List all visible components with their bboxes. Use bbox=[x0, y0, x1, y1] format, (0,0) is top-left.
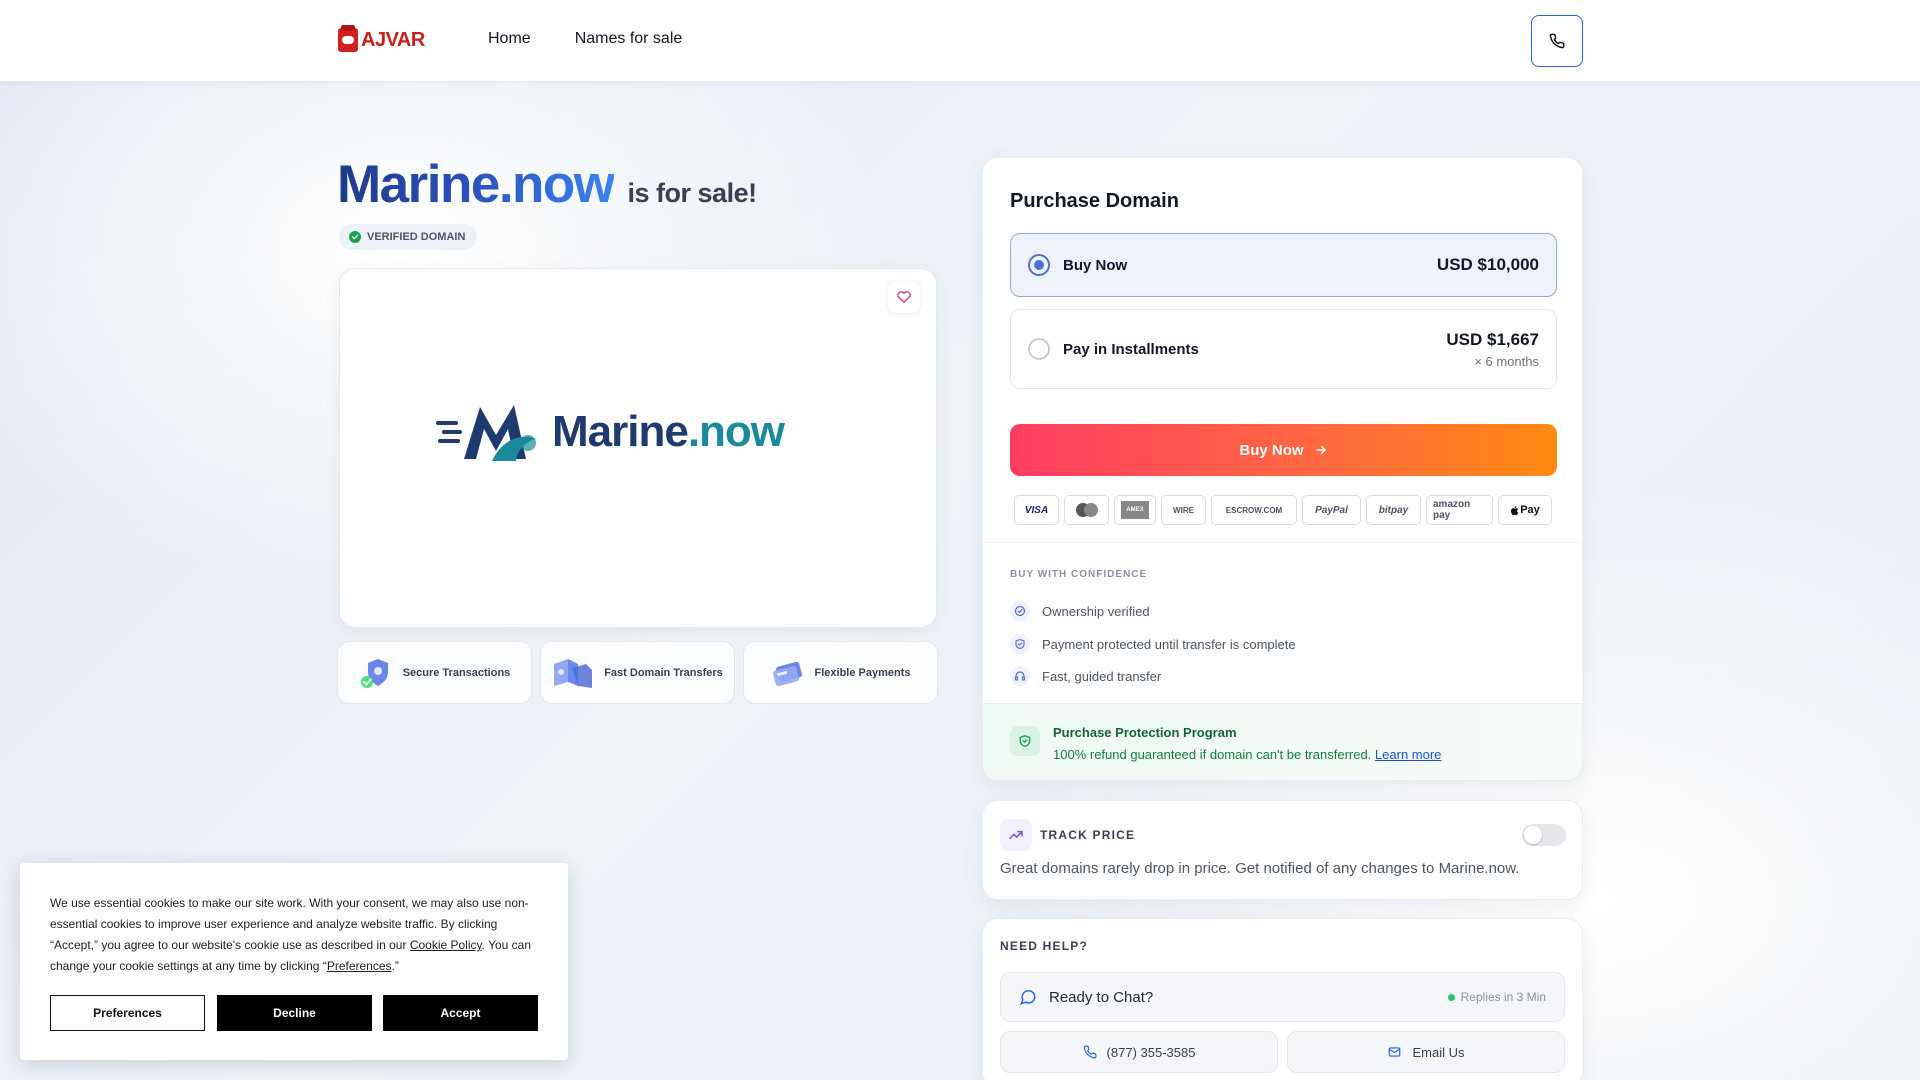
chat-label: Ready to Chat? bbox=[1049, 988, 1154, 1006]
confidence-item-guided-transfer: Fast, guided transfer bbox=[1010, 666, 1161, 686]
shield-check-icon bbox=[1010, 726, 1040, 756]
protection-text: 100% refund guaranteed if domain can't b… bbox=[1053, 747, 1442, 762]
phone-number: (877) 355-3585 bbox=[1106, 1044, 1196, 1060]
feature-flexible-payments: Flexible Payments bbox=[743, 641, 938, 704]
call-button[interactable]: (877) 355-3585 bbox=[1000, 1031, 1278, 1073]
cookie-text: We use essential cookies to make our sit… bbox=[50, 896, 532, 973]
transfer-cubes-icon bbox=[554, 658, 593, 688]
paypal-logo: PayPal bbox=[1302, 495, 1361, 525]
mastercard-icon bbox=[1075, 503, 1098, 517]
shield-icon bbox=[1010, 634, 1030, 654]
nav-names-for-sale[interactable]: Names for sale bbox=[575, 30, 683, 48]
feature-fast-transfers: Fast Domain Transfers bbox=[540, 641, 735, 704]
installment-term: × 6 months bbox=[1474, 353, 1539, 369]
marine-brand-logo: Marine.now bbox=[436, 399, 785, 465]
feature-secure-transactions: Secure Transactions bbox=[337, 641, 532, 704]
logo-text: AJVAR bbox=[361, 28, 425, 51]
section-divider bbox=[983, 542, 1582, 543]
phone-icon bbox=[1083, 1045, 1096, 1059]
radio-unselected[interactable] bbox=[1028, 338, 1050, 360]
option-label: Buy Now bbox=[1063, 256, 1128, 274]
feature-label: Flexible Payments bbox=[814, 666, 911, 679]
phone-icon bbox=[1549, 33, 1565, 49]
purchase-domain-card: Purchase Domain Buy Now USD $10,000 Pay … bbox=[982, 157, 1583, 781]
purchase-protection-banner: Purchase Protection Program 100% refund … bbox=[983, 703, 1582, 780]
cookie-banner: We use essential cookies to make our sit… bbox=[20, 863, 568, 1060]
trending-up-icon bbox=[1000, 819, 1032, 851]
option-label: Pay in Installments bbox=[1063, 340, 1199, 358]
domain-logo-card: Marine.now bbox=[339, 268, 937, 628]
preferences-link[interactable]: Preferences bbox=[327, 959, 392, 973]
email-button[interactable]: Email Us bbox=[1287, 1031, 1565, 1073]
visa-logo: VISA bbox=[1014, 495, 1059, 525]
radio-selected[interactable] bbox=[1028, 254, 1050, 276]
favorite-button[interactable] bbox=[888, 281, 920, 313]
mastercard-logo bbox=[1064, 495, 1109, 525]
payment-methods: VISA AMEX WIRE ESCROW.COM PayPal bitpay … bbox=[1014, 495, 1552, 525]
confidence-title: BUY WITH CONFIDENCE bbox=[1010, 569, 1148, 580]
domain-name: Marine.now bbox=[337, 155, 614, 214]
option-installments[interactable]: Pay in Installments USD $1,667 × 6 month… bbox=[1010, 309, 1557, 389]
amex-logo: AMEX bbox=[1114, 495, 1156, 525]
brand-wordmark: Marine.now bbox=[552, 407, 785, 456]
reply-time: Replies in 3 Min bbox=[1447, 990, 1546, 1004]
chat-button[interactable]: Ready to Chat? Replies in 3 Min bbox=[1000, 972, 1565, 1022]
confidence-item-ownership: Ownership verified bbox=[1010, 601, 1150, 621]
verified-badge: VERIFIED DOMAIN bbox=[339, 224, 478, 250]
need-help-title: NEED HELP? bbox=[1000, 939, 1089, 953]
domain-headline: Marine.now is for sale! bbox=[337, 154, 758, 215]
buy-button-label: Buy Now bbox=[1239, 441, 1304, 459]
buy-now-button[interactable]: Buy Now bbox=[1010, 424, 1557, 476]
site-logo[interactable]: AJVAR bbox=[338, 25, 425, 53]
phone-button[interactable] bbox=[1531, 15, 1583, 67]
main-nav: Home Names for sale bbox=[488, 30, 682, 48]
option-price: USD $10,000 bbox=[1436, 255, 1539, 274]
feature-label: Secure Transactions bbox=[402, 666, 511, 679]
apple-pay-logo: Pay bbox=[1498, 495, 1552, 525]
mail-icon bbox=[1389, 1047, 1401, 1057]
check-circle-icon bbox=[1010, 601, 1030, 621]
track-price-text: Great domains rarely drop in price. Get … bbox=[1000, 860, 1520, 877]
cookie-accept-button[interactable]: Accept bbox=[383, 995, 538, 1031]
cookie-preferences-button[interactable]: Preferences bbox=[50, 995, 205, 1031]
cookie-policy-link[interactable]: Cookie Policy bbox=[410, 938, 482, 952]
shield-check-icon bbox=[360, 658, 388, 688]
apple-icon bbox=[1511, 505, 1519, 515]
confidence-item-payment-protected: Payment protected until transfer is comp… bbox=[1010, 634, 1296, 654]
escrow-logo: ESCROW.COM bbox=[1211, 495, 1297, 525]
site-header: AJVAR Home Names for sale bbox=[0, 0, 1920, 82]
wave-m-icon bbox=[436, 405, 536, 461]
heart-icon bbox=[897, 291, 911, 303]
track-price-title: TRACK PRICE bbox=[1040, 828, 1136, 842]
wire-logo: WIRE bbox=[1161, 495, 1206, 525]
amazon-pay-logo: amazon pay bbox=[1426, 495, 1493, 525]
logo-jar-icon bbox=[338, 25, 358, 52]
arrow-right-icon bbox=[1315, 445, 1326, 455]
verified-label: VERIFIED DOMAIN bbox=[367, 231, 466, 243]
feature-tiles: Secure Transactions Fast Domain Transfer… bbox=[337, 641, 938, 704]
protection-title: Purchase Protection Program bbox=[1053, 725, 1237, 740]
bitpay-logo: bitpay bbox=[1366, 495, 1421, 525]
learn-more-link[interactable]: Learn more bbox=[1375, 747, 1441, 762]
headset-icon bbox=[1010, 666, 1030, 686]
payment-card-icon bbox=[772, 661, 802, 686]
purchase-title: Purchase Domain bbox=[1010, 190, 1179, 212]
nav-home[interactable]: Home bbox=[488, 30, 531, 48]
chat-bubble-icon bbox=[1019, 990, 1036, 1006]
email-label: Email Us bbox=[1412, 1044, 1465, 1060]
option-price: USD $1,667 bbox=[1446, 329, 1539, 349]
track-price-toggle[interactable] bbox=[1522, 824, 1566, 846]
online-dot bbox=[1447, 993, 1455, 1001]
check-circle-icon bbox=[349, 231, 361, 243]
cookie-decline-button[interactable]: Decline bbox=[217, 995, 372, 1031]
track-price-card: TRACK PRICE Great domains rarely drop in… bbox=[982, 800, 1583, 900]
need-help-card: NEED HELP? Ready to Chat? Replies in 3 M… bbox=[982, 918, 1583, 1080]
feature-label: Fast Domain Transfers bbox=[604, 666, 723, 679]
option-buy-now[interactable]: Buy Now USD $10,000 bbox=[1010, 233, 1557, 297]
for-sale-text: is for sale! bbox=[627, 178, 758, 208]
